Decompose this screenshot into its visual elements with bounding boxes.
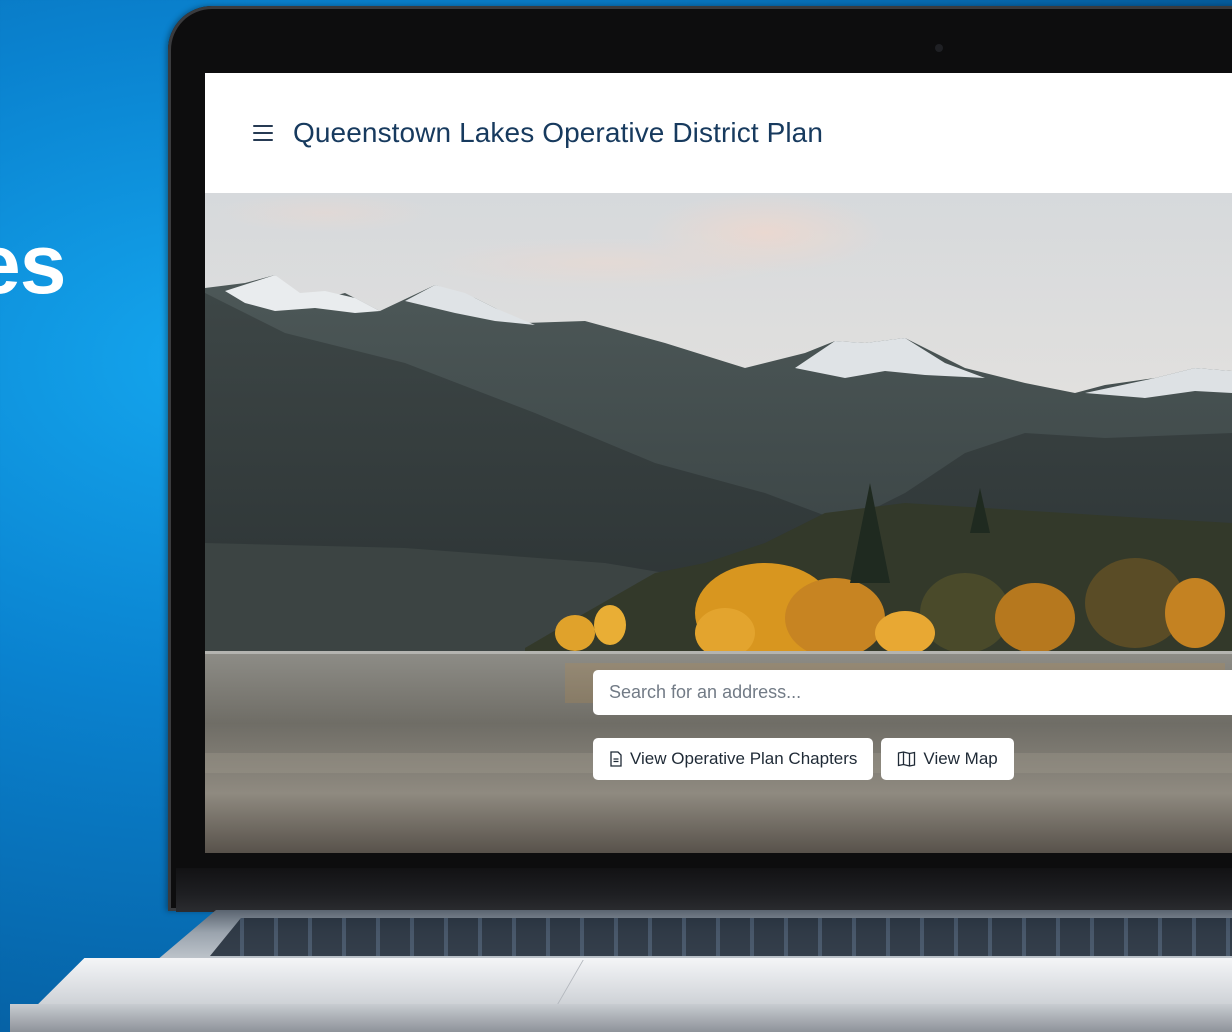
hero-banner: View Operative Plan Chapters View Map [205,193,1232,853]
laptop-hinge [176,868,1232,912]
document-icon [609,751,623,767]
laptop-screen: Queenstown Lakes Operative District Plan [205,73,1232,853]
address-search-input[interactable] [593,670,1232,715]
view-plan-chapters-button[interactable]: View Operative Plan Chapters [593,738,874,780]
app-header: Queenstown Lakes Operative District Plan [205,73,1232,193]
hero-actions: View Operative Plan Chapters View Map [593,738,1014,780]
page-title: Queenstown Lakes Operative District Plan [293,117,824,148]
view-plan-chapters-label: View Operative Plan Chapters [630,749,858,768]
background-heading-fragment: es [0,217,66,311]
keyboard-keys [210,918,1232,956]
webcam [935,44,943,52]
map-icon [897,751,916,767]
view-map-button[interactable]: View Map [881,738,1014,780]
view-map-label: View Map [923,749,998,768]
hamburger-menu-icon[interactable] [253,125,273,141]
laptop-base-edge [10,1004,1232,1032]
